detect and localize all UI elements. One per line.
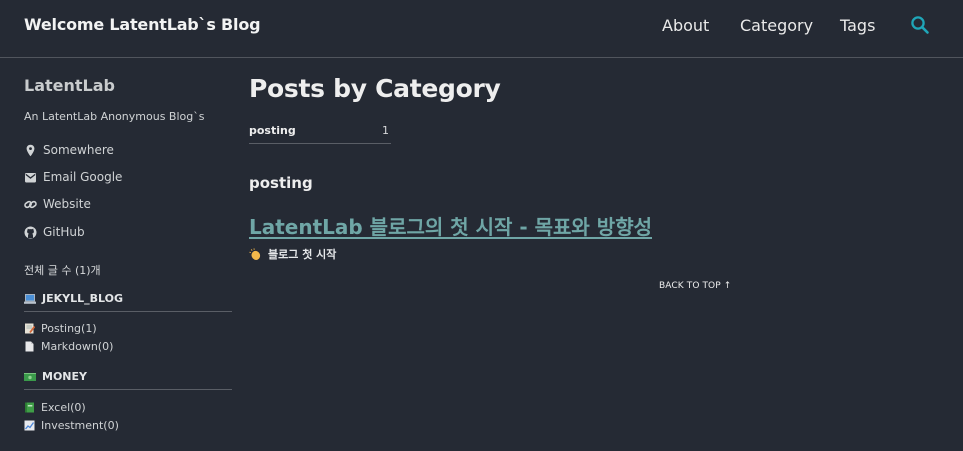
author-link-label: Email Google	[43, 170, 123, 184]
category-item-markdown[interactable]: Markdown(0)	[24, 338, 113, 354]
author-link-website[interactable]: Website	[24, 196, 91, 212]
taxonomy-count: 1	[382, 124, 389, 137]
masthead: Welcome LatentLab`s Blog About Category …	[0, 0, 963, 58]
author-link-label: Somewhere	[43, 143, 114, 157]
category-item-posting[interactable]: Posting(1)	[24, 320, 97, 336]
category-header-label: JEKYLL_BLOG	[42, 292, 123, 305]
back-to-top-link[interactable]: BACK TO TOP ↑	[659, 281, 731, 291]
category-header-money: MONEY	[24, 370, 232, 390]
author-link-email[interactable]: Email Google	[24, 169, 122, 185]
total-post-count: 전체 글 수 (1)개	[24, 264, 101, 277]
link-icon	[24, 198, 37, 211]
chart-up-icon	[24, 420, 35, 431]
memo-icon	[24, 323, 36, 334]
site-title[interactable]: Welcome LatentLab`s Blog	[24, 15, 261, 34]
page-title: Posts by Category	[249, 74, 501, 103]
page-icon	[24, 341, 35, 352]
envelope-icon	[24, 171, 37, 184]
author-link-label: Website	[43, 197, 91, 211]
author-link-label: GitHub	[43, 225, 85, 239]
clapping-hand-icon	[249, 247, 262, 261]
post-excerpt: 블로그 첫 시작	[249, 246, 336, 262]
nav-about[interactable]: About	[662, 16, 709, 35]
category-item-label: Investment(0)	[41, 418, 119, 432]
taxonomy-name: posting	[249, 124, 296, 137]
money-icon	[24, 371, 36, 383]
green-book-icon	[24, 402, 35, 413]
category-item-label: Markdown(0)	[41, 339, 114, 353]
author-link-github[interactable]: GitHub	[24, 224, 85, 240]
author-link-location[interactable]: Somewhere	[24, 142, 114, 158]
laptop-icon	[24, 293, 36, 305]
author-bio: An LatentLab Anonymous Blog`s	[24, 110, 205, 123]
location-pin-icon	[24, 144, 37, 157]
post-title-link[interactable]: LatentLab 블로그의 첫 시작 - 목표와 방향성	[249, 211, 652, 240]
nav-category[interactable]: Category	[740, 16, 813, 35]
category-header-label: MONEY	[42, 370, 87, 383]
github-icon	[24, 226, 37, 239]
taxonomy-index-item-posting[interactable]: posting 1	[249, 122, 391, 144]
search-icon	[911, 16, 929, 34]
search-button[interactable]	[910, 15, 930, 35]
category-header-jekyll-blog: JEKYLL_BLOG	[24, 292, 232, 312]
nav-tags[interactable]: Tags	[840, 16, 875, 35]
category-item-excel[interactable]: Excel(0)	[24, 399, 86, 415]
category-item-label: Excel(0)	[41, 400, 86, 414]
category-item-investment[interactable]: Investment(0)	[24, 417, 119, 433]
post-excerpt-text: 블로그 첫 시작	[268, 248, 337, 261]
section-title: posting	[249, 174, 313, 192]
category-item-label: Posting(1)	[41, 321, 97, 335]
author-name: LatentLab	[24, 76, 115, 95]
